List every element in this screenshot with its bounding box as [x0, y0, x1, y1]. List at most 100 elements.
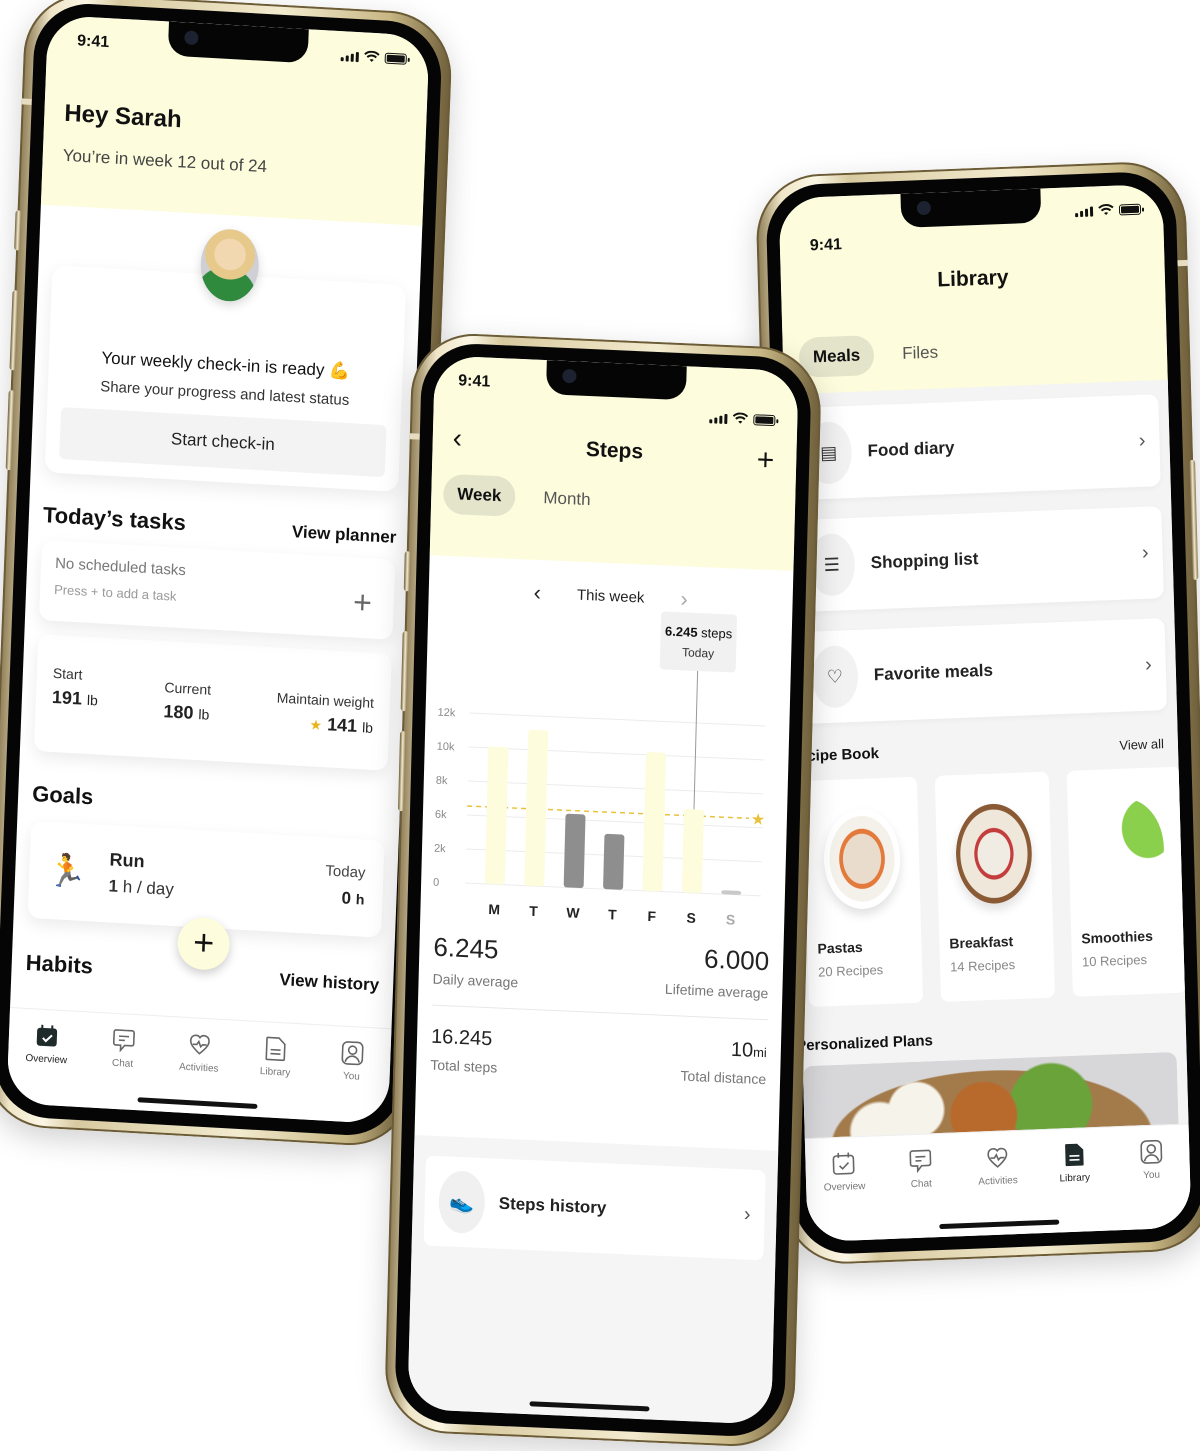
y-tick-label: 0 [433, 877, 439, 889]
recipe-book-header: Recipe Book View all [788, 730, 1178, 765]
next-week-button[interactable]: › [680, 586, 688, 612]
tab-bar: Overview Chat Activities Library You [6, 1007, 392, 1125]
y-tick-label: 6k [435, 809, 447, 822]
weight-start: Start 191 lb [51, 665, 99, 723]
recipe-card-pastas[interactable]: Pastas 20 Recipes [802, 776, 924, 1007]
weight-start-label: Start [52, 664, 83, 683]
document-icon [1064, 1143, 1084, 1167]
y-tick-label: 8k [436, 775, 448, 788]
calendar-check-icon [36, 1024, 58, 1047]
bezel: 9:41 Library Meals Files ▤ Food diary › … [765, 170, 1200, 1256]
steps-bottom: 👟 Steps history › [407, 1134, 779, 1425]
recipe-card-breakfast[interactable]: Breakfast 14 Recipes [934, 771, 1055, 1002]
chat-icon [112, 1029, 135, 1053]
tab-files[interactable]: Files [888, 332, 953, 374]
week-label: This week [576, 586, 645, 607]
add-button[interactable]: + [756, 443, 774, 478]
tab-meals[interactable]: Meals [798, 335, 875, 378]
library-item-shopping-list[interactable]: ☰ Shopping list › [787, 506, 1164, 613]
wifi-icon [1098, 203, 1114, 216]
y-tick-label: 2k [434, 843, 446, 856]
tab-label: Overview [823, 1180, 866, 1194]
weight-unit: lb [361, 719, 374, 736]
x-tick-label: S [726, 911, 736, 926]
start-checkin-button[interactable]: Start check-in [59, 407, 387, 478]
tab-label: Library [1059, 1172, 1091, 1185]
stats-row: 6.245 Daily average 6.000 Lifetime avera… [432, 912, 770, 1020]
tab-label: Chat [111, 1057, 134, 1070]
tooltip-box [659, 611, 738, 673]
bowl-heart-icon: ♡ [811, 644, 859, 709]
gridline [467, 780, 764, 795]
weight-goal: Maintain weight ★ 141 lb [276, 677, 375, 737]
tab-you[interactable]: You [1123, 1139, 1181, 1230]
tab-you[interactable]: You [322, 1040, 381, 1124]
stat-label: Daily average [432, 970, 519, 991]
stat-daily-average: 6.245 Daily average [432, 932, 519, 991]
library-body: ▤ Food diary › ☰ Shopping list › ♡ Favor… [784, 379, 1192, 1243]
library-item-food-diary[interactable]: ▤ Food diary › [784, 394, 1161, 501]
tab-label: Activities [178, 1061, 219, 1075]
recipe-card-smoothies[interactable]: Smoothies 10 Recipes [1066, 766, 1187, 997]
page-title: Library [936, 265, 1009, 292]
wifi-icon [732, 412, 749, 424]
stat-value: 6.245 [433, 931, 499, 965]
goal-name: Run [109, 849, 145, 872]
weight-goal-number: 141 [326, 714, 358, 736]
view-planner-link[interactable]: View planner [292, 522, 397, 548]
weight-unit: lb [198, 706, 210, 723]
bar-5 [681, 809, 704, 894]
status-time: 9:41 [76, 32, 110, 52]
tooltip-value: 6.245 steps [665, 624, 733, 642]
user-icon [1139, 1139, 1162, 1164]
battery-icon [384, 52, 407, 65]
chat-icon [909, 1149, 932, 1174]
weight-card[interactable]: Start 191 lb Current 180 lb Maintain wei… [33, 634, 392, 771]
gridline [468, 746, 765, 761]
y-tick-label: 10k [437, 741, 456, 754]
weight-goal-value: ★ 141 lb [276, 711, 374, 737]
tab-overview[interactable]: Overview [17, 1023, 76, 1107]
volume-down-button [5, 390, 15, 471]
recipe-name: Pastas [817, 938, 863, 957]
tab-overview[interactable]: Overview [816, 1151, 874, 1242]
tasks-card: No scheduled tasks Press + to add a task… [38, 540, 396, 640]
stat-value: 6.000 [703, 943, 770, 977]
bar-2 [563, 813, 586, 889]
add-task-icon[interactable]: + [352, 584, 372, 621]
tab-week[interactable]: Week [442, 473, 516, 517]
tab-month[interactable]: Month [529, 477, 605, 520]
bezel: 9:41 ‹ Steps + Week Month ‹ This week › … [394, 341, 812, 1439]
goals-title: Goals [31, 780, 94, 810]
user-icon [341, 1041, 364, 1066]
goal-item[interactable]: 🏃 Run 1 h / day Today 0 h + [27, 820, 385, 972]
tasks-title: Today’s tasks [42, 502, 187, 536]
volume-up-button [400, 631, 409, 712]
weight-current-label: Current [164, 679, 212, 698]
weight-current-number: 180 [163, 701, 194, 723]
goal-today-value: 0 h [324, 887, 365, 909]
stat-lifetime-average: 6.000 Lifetime average [665, 942, 770, 1001]
gridline [466, 814, 763, 829]
view-history-link[interactable]: View history [279, 970, 379, 996]
tasks-header: Today’s tasks View planner [28, 501, 410, 548]
steps-history-item[interactable]: 👟 Steps history › [423, 1155, 766, 1261]
personalized-plans-title: Personalized Plans [795, 1032, 934, 1055]
phone-library: 9:41 Library Meals Files ▤ Food diary › … [754, 159, 1200, 1267]
signal-icon [340, 51, 359, 63]
tab-label: Library [259, 1066, 291, 1079]
runner-icon: 🏃 [46, 851, 88, 890]
prev-week-button[interactable]: ‹ [533, 580, 541, 606]
recipe-carousel[interactable]: Pastas 20 Recipes Breakfast 14 Recipes S… [802, 766, 1187, 1007]
screen: 9:41 Library Meals Files ▤ Food diary › … [778, 183, 1192, 1243]
goal-today-unit: h [355, 892, 365, 909]
status-time: 9:41 [458, 372, 491, 391]
stat-label: Lifetime average [664, 980, 769, 1002]
view-all-link[interactable]: View all [1119, 736, 1164, 753]
volume-up-button [9, 290, 19, 371]
library-item-favorite-meals[interactable]: ♡ Favorite meals › [790, 618, 1167, 725]
phone-steps: 9:41 ‹ Steps + Week Month ‹ This week › … [383, 331, 823, 1449]
breakfast-image [954, 802, 1034, 906]
screen: 9:41 Hey Sarah You’re in week 12 out of … [6, 14, 430, 1125]
goals-header: Goals [18, 780, 400, 827]
